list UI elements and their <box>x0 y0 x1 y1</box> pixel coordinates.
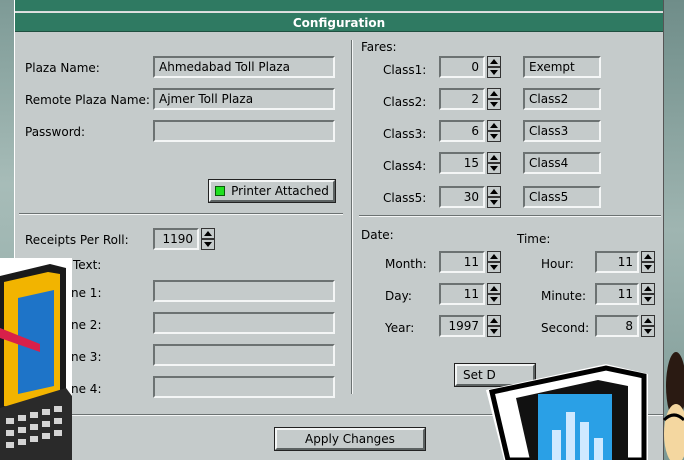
second-spinner[interactable] <box>641 315 655 337</box>
receipt-line4-field[interactable] <box>153 376 335 398</box>
spin-down-icon[interactable] <box>487 262 501 273</box>
receipt-line2-label: ne 2: <box>71 318 102 332</box>
receipt-line1-label: ne 1: <box>71 286 102 300</box>
month-spinner[interactable] <box>487 251 501 273</box>
receipt-line4-label: ne 4: <box>71 382 102 396</box>
spin-up-icon[interactable] <box>641 315 655 326</box>
remote-plaza-name-label: Remote Plaza Name: <box>25 93 150 107</box>
fare-class1-amount[interactable]: 0 <box>439 56 485 78</box>
minute-field[interactable]: 11 <box>595 283 639 305</box>
spin-down-icon[interactable] <box>641 262 655 273</box>
hour-field[interactable]: 11 <box>595 251 639 273</box>
day-spinner[interactable] <box>487 283 501 305</box>
spin-up-icon[interactable] <box>201 228 215 239</box>
second-field[interactable]: 8 <box>595 315 639 337</box>
password-field[interactable] <box>153 120 335 142</box>
fare-class5-spinner[interactable] <box>487 186 501 208</box>
fare-class5-label: Class5: <box>383 191 427 205</box>
spin-down-icon[interactable] <box>641 294 655 305</box>
printer-attached-toggle[interactable]: Printer Attached <box>208 179 336 203</box>
month-field[interactable]: 11 <box>439 251 485 273</box>
fare-class1-name[interactable]: Exempt <box>523 56 601 78</box>
fare-class2-spinner[interactable] <box>487 88 501 110</box>
apply-changes-button[interactable]: Apply Changes <box>274 427 426 451</box>
plaza-name-field[interactable]: Ahmedabad Toll Plaza <box>153 56 335 78</box>
fare-class3-amount[interactable]: 6 <box>439 120 485 142</box>
window-top-strip <box>15 0 663 12</box>
minute-label: Minute: <box>541 289 587 303</box>
window-title: Configuration <box>15 12 663 32</box>
right-horizontal-divider <box>359 215 661 217</box>
spin-down-icon[interactable] <box>487 99 501 110</box>
spin-up-icon[interactable] <box>487 315 501 326</box>
second-label: Second: <box>541 321 590 335</box>
fare-class3-spinner[interactable] <box>487 120 501 142</box>
receipts-per-roll-label: Receipts Per Roll: <box>25 233 129 247</box>
spin-up-icon[interactable] <box>487 120 501 131</box>
spin-up-icon[interactable] <box>641 251 655 262</box>
password-label: Password: <box>25 125 86 139</box>
fare-class4-amount[interactable]: 15 <box>439 152 485 174</box>
fare-class4-label: Class4: <box>383 159 427 173</box>
hour-label: Hour: <box>541 257 574 271</box>
year-label: Year: <box>385 321 415 335</box>
receipt-line2-field[interactable] <box>153 312 335 334</box>
hour-spinner[interactable] <box>641 251 655 273</box>
minute-spinner[interactable] <box>641 283 655 305</box>
fare-class3-label: Class3: <box>383 127 427 141</box>
day-label: Day: <box>385 289 412 303</box>
spin-up-icon[interactable] <box>487 186 501 197</box>
receipt-line1-field[interactable] <box>153 280 335 302</box>
day-field[interactable]: 11 <box>439 283 485 305</box>
spin-up-icon[interactable] <box>487 88 501 99</box>
date-heading: Date: <box>361 228 394 242</box>
spin-down-icon[interactable] <box>487 294 501 305</box>
receipt-line3-field[interactable] <box>153 344 335 366</box>
spin-up-icon[interactable] <box>487 56 501 67</box>
plaza-name-label: Plaza Name: <box>25 61 100 75</box>
fares-heading: Fares: <box>361 40 397 54</box>
fare-class4-name[interactable]: Class4 <box>523 152 601 174</box>
month-label: Month: <box>385 257 427 271</box>
spin-down-icon[interactable] <box>487 131 501 142</box>
printer-attached-label: Printer Attached <box>231 184 329 198</box>
fare-class2-label: Class2: <box>383 95 427 109</box>
fare-class2-name[interactable]: Class2 <box>523 88 601 110</box>
fare-class5-name[interactable]: Class5 <box>523 186 601 208</box>
fare-class1-label: Class1: <box>383 63 427 77</box>
fare-class3-name[interactable]: Class3 <box>523 120 601 142</box>
receipts-per-roll-field[interactable]: 1190 <box>153 228 199 250</box>
spin-up-icon[interactable] <box>487 152 501 163</box>
receipts-per-roll-spinner[interactable] <box>201 228 215 250</box>
vertical-divider <box>351 40 353 394</box>
spin-down-icon[interactable] <box>487 163 501 174</box>
time-heading: Time: <box>517 232 551 246</box>
fare-class2-amount[interactable]: 2 <box>439 88 485 110</box>
laptop-clipart-icon <box>0 258 72 460</box>
spin-down-icon[interactable] <box>487 197 501 208</box>
fare-class1-spinner[interactable] <box>487 56 501 78</box>
spin-up-icon[interactable] <box>487 283 501 294</box>
year-field[interactable]: 1997 <box>439 315 485 337</box>
year-spinner[interactable] <box>487 315 501 337</box>
spin-down-icon[interactable] <box>641 326 655 337</box>
fare-class4-spinner[interactable] <box>487 152 501 174</box>
receipt-line3-label: ne 3: <box>71 350 102 364</box>
computer-monitor-clipart-icon <box>486 352 684 460</box>
spin-down-icon[interactable] <box>487 326 501 337</box>
spin-up-icon[interactable] <box>487 251 501 262</box>
remote-plaza-name-field[interactable]: Ajmer Toll Plaza <box>153 88 335 110</box>
fare-class5-amount[interactable]: 30 <box>439 186 485 208</box>
spin-up-icon[interactable] <box>641 283 655 294</box>
left-horizontal-divider <box>19 213 343 215</box>
spin-down-icon[interactable] <box>201 239 215 250</box>
spin-down-icon[interactable] <box>487 67 501 78</box>
receipt-text-label: Text: <box>73 258 102 272</box>
printer-status-led-icon <box>215 186 226 196</box>
